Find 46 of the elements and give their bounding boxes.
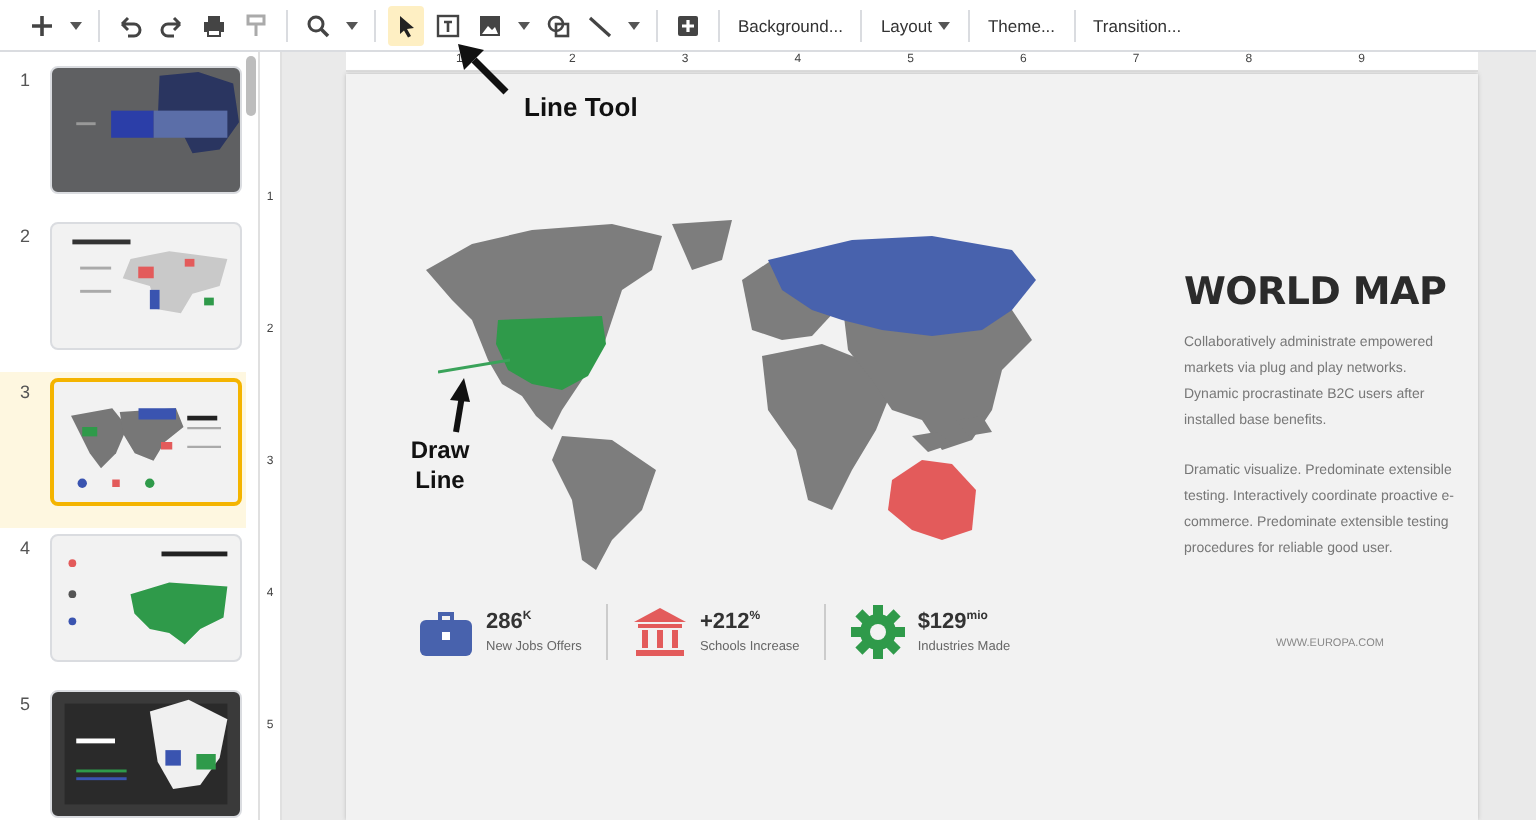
caret-icon[interactable] [70,21,82,29]
slide-thumbnail[interactable] [50,222,242,350]
arrow-icon [446,377,470,434]
zoom-icon [304,11,332,39]
slide-number: 1 [17,68,32,90]
menu-button[interactable]: Background... [732,11,849,39]
add-comment-icon [674,11,702,39]
slide-number: 5 [17,692,32,714]
slide-thumbnail[interactable] [50,534,242,662]
menu-button[interactable]: Transition... [1087,11,1188,39]
slide-number: 2 [17,224,32,246]
paint-format-icon [242,11,270,39]
slide-number: 4 [17,536,32,558]
shapes-icon [544,11,572,39]
slide-title: WORLD MAP [1184,269,1449,314]
caret-icon [937,21,950,29]
slide-thumbnail-row[interactable]: 3 [0,372,246,528]
drawn-line[interactable] [438,355,510,376]
stat-value: 286$^{K}$ [486,609,534,634]
line-icon [586,11,614,39]
slide-number: 3 [17,380,32,402]
slide-thumbnail[interactable] [50,66,242,194]
stat-value: $129$^{mio}$ [917,609,990,634]
printer-icon [200,11,228,39]
annotation-label: Draw Line [408,435,472,496]
select-tool-button[interactable] [388,5,424,45]
annotation-label: Line Tool [524,92,638,122]
caret-icon[interactable] [628,21,640,29]
caret-icon[interactable] [518,21,530,29]
redo-icon [158,11,186,39]
slide-thumbnail-row[interactable]: 5 [0,684,246,820]
slide-thumbnail[interactable] [50,378,242,506]
menu-button[interactable]: Layout [874,11,956,39]
slide-thumbnail-row[interactable]: 2 [0,216,246,372]
image-icon [476,11,504,39]
text-box-icon [434,11,462,39]
slide-thumbnail-row[interactable]: 1 [0,60,246,216]
stat-value: +212$^{%}$ [699,609,763,634]
caret-icon[interactable] [346,21,358,29]
scrollbar-thumb[interactable] [246,56,256,116]
menu-button[interactable]: Theme... [981,11,1062,39]
undo-icon [116,11,144,39]
slide-thumbnail[interactable] [50,690,242,818]
plus-icon [28,11,56,39]
arrow-icon [458,44,510,96]
slide-thumbnail-row[interactable]: 4 [0,528,246,684]
